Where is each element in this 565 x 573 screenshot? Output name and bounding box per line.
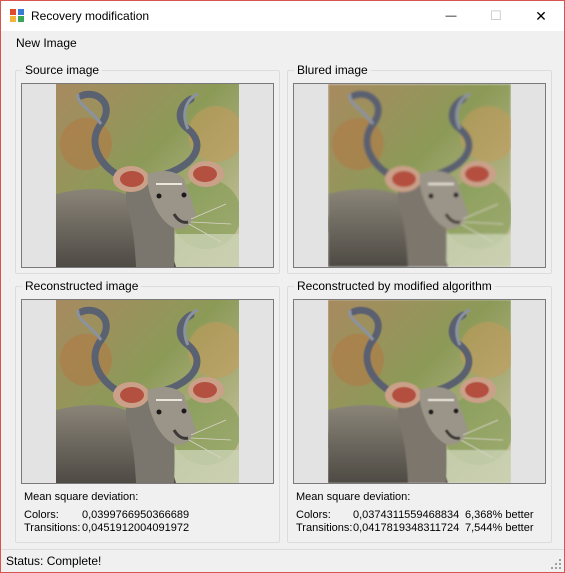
stats-right-colors-value: 0,0374311559468834	[353, 509, 460, 521]
stats-right-transitions-label: Transitions:	[296, 522, 353, 534]
stats-left: Mean square deviation: Colors: 0,0399766…	[24, 491, 274, 539]
source-image-title: Source image	[22, 63, 103, 77]
reconstructed-image	[56, 300, 239, 483]
source-image-group: Source image	[15, 63, 280, 274]
status-bar: Status: Complete!	[1, 549, 564, 572]
minimize-icon: —	[445, 10, 457, 22]
maximize-button[interactable]: ☐	[473, 1, 519, 31]
modified-image-title: Reconstructed by modified algorithm	[294, 279, 495, 293]
stats-left-transitions-value: 0,0451912004091972	[82, 522, 190, 534]
blured-image-group: Blured image	[287, 63, 552, 274]
resize-grip-icon[interactable]	[551, 559, 561, 569]
stats-left-colors-value: 0,0399766950366689	[82, 509, 190, 521]
source-image-box	[21, 83, 274, 268]
menu-bar: New Image	[1, 31, 564, 55]
source-image	[56, 84, 239, 267]
stats-right-colors-label: Colors:	[296, 509, 331, 521]
status-text: Status: Complete!	[6, 554, 102, 568]
maximize-icon: ☐	[490, 8, 502, 23]
close-button[interactable]: ✕	[518, 1, 564, 31]
stats-left-transitions-label: Transitions:	[24, 522, 81, 534]
blured-image	[328, 84, 511, 267]
close-icon: ✕	[535, 7, 547, 24]
modified-image-group: Reconstructed by modified algorithm Mean…	[287, 279, 552, 543]
stats-right-colors-improvement: 6,368% better	[465, 509, 534, 521]
stats-left-heading: Mean square deviation:	[24, 491, 139, 503]
blured-image-title: Blured image	[294, 63, 371, 77]
modified-image	[328, 300, 511, 483]
main-window: Recovery modification — ☐ ✕ New Image So…	[0, 0, 565, 573]
modified-image-box	[293, 299, 546, 484]
window-title: Recovery modification	[31, 9, 150, 23]
stats-right-heading: Mean square deviation:	[296, 491, 411, 503]
stats-left-colors-label: Colors:	[24, 509, 59, 521]
title-bar[interactable]: Recovery modification — ☐ ✕	[1, 1, 564, 31]
app-icon	[10, 9, 24, 22]
stats-right-transitions-value: 0,0417819348311724	[353, 522, 460, 534]
reconstructed-image-box	[21, 299, 274, 484]
minimize-button[interactable]: —	[428, 1, 474, 31]
blured-image-box	[293, 83, 546, 268]
stats-right-transitions-improvement: 7,544% better	[465, 522, 534, 534]
stats-right: Mean square deviation: Colors: 0,0374311…	[296, 491, 546, 539]
reconstructed-image-title: Reconstructed image	[22, 279, 142, 293]
reconstructed-image-group: Reconstructed image Mean square deviatio…	[15, 279, 280, 543]
menu-new-image[interactable]: New Image	[11, 36, 82, 50]
